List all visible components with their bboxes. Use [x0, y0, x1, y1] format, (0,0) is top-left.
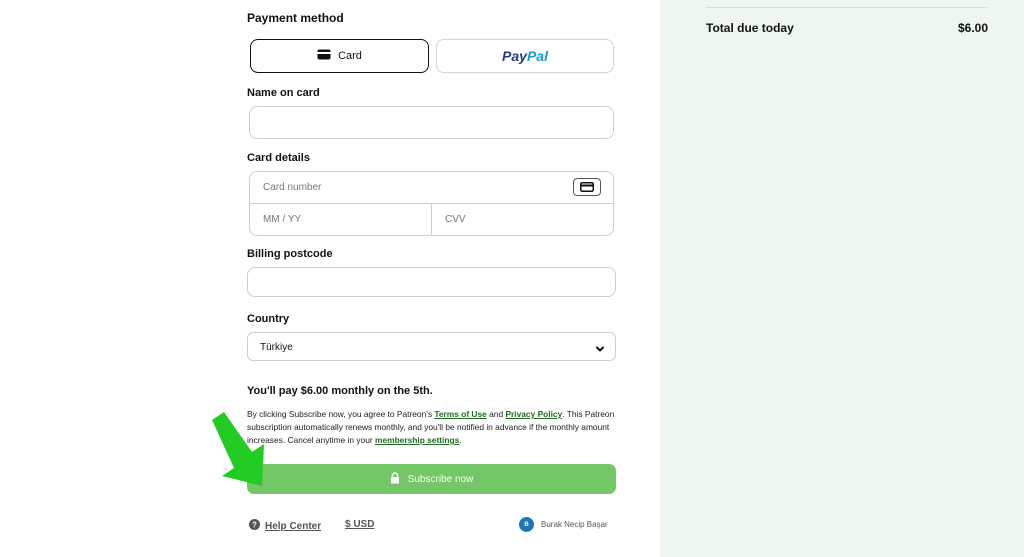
name-on-card-label: Name on card: [247, 87, 320, 99]
legal-text-1: By clicking Subscribe now, you agree to …: [247, 409, 435, 419]
arrow-annotation-icon: [208, 412, 270, 491]
legal-notice: By clicking Subscribe now, you agree to …: [247, 408, 617, 447]
card-details-box: Card number MM / YY CVV: [249, 171, 614, 236]
chevron-down-icon: [595, 341, 605, 359]
paypal-logo-pal: Pal: [526, 48, 548, 64]
subscribe-button[interactable]: Subscribe now: [247, 464, 616, 494]
svg-text:?: ?: [252, 520, 257, 529]
currency-selector[interactable]: $ USD: [345, 519, 374, 530]
subscribe-label: Subscribe now: [407, 473, 474, 485]
user-account[interactable]: B Burak Necip Başar: [519, 517, 608, 532]
name-on-card-input[interactable]: [249, 106, 614, 139]
user-name: Burak Necip Başar: [541, 520, 608, 529]
country-select[interactable]: Türkiye: [247, 332, 616, 361]
help-icon: ?: [249, 519, 260, 533]
billing-postcode-input[interactable]: [247, 267, 616, 297]
membership-settings-link[interactable]: membership settings: [375, 435, 459, 445]
legal-text-2: and: [486, 409, 506, 419]
privacy-policy-link[interactable]: Privacy Policy: [505, 409, 562, 419]
card-cvv-input[interactable]: CVV: [433, 204, 613, 235]
avatar: B: [519, 517, 534, 532]
paypal-logo-pay: Pay: [502, 48, 527, 64]
card-number-input[interactable]: Card number: [250, 172, 613, 204]
card-brand-icon: [573, 178, 601, 196]
billing-postcode-label: Billing postcode: [247, 248, 333, 260]
total-due-value: $6.00: [957, 21, 988, 35]
total-due-label: Total due today: [706, 21, 794, 35]
card-details-label: Card details: [247, 152, 310, 164]
credit-card-icon: [317, 49, 331, 63]
lock-icon: [390, 471, 400, 487]
help-center-link[interactable]: ? Help Center: [249, 519, 321, 533]
terms-of-use-link[interactable]: Terms of Use: [434, 409, 486, 419]
payment-method-title: Payment method: [247, 11, 344, 25]
card-number-placeholder: Card number: [263, 182, 322, 193]
card-expiry-placeholder: MM / YY: [263, 214, 302, 225]
legal-text-4: .: [459, 435, 462, 445]
divider: [706, 7, 988, 8]
card-option-label: Card: [338, 50, 362, 62]
card-expiry-input[interactable]: MM / YY: [250, 204, 432, 235]
payment-summary-text: You'll pay $6.00 monthly on the 5th.: [247, 385, 433, 397]
country-selected-value: Türkiye: [260, 342, 293, 353]
country-label: Country: [247, 313, 290, 325]
paypal-payment-option[interactable]: Pay Pal: [436, 39, 614, 73]
card-cvv-placeholder: CVV: [445, 214, 466, 225]
help-center-label: Help Center: [265, 520, 322, 532]
order-summary-panel: [660, 0, 1024, 557]
card-payment-option[interactable]: Card: [250, 39, 429, 73]
